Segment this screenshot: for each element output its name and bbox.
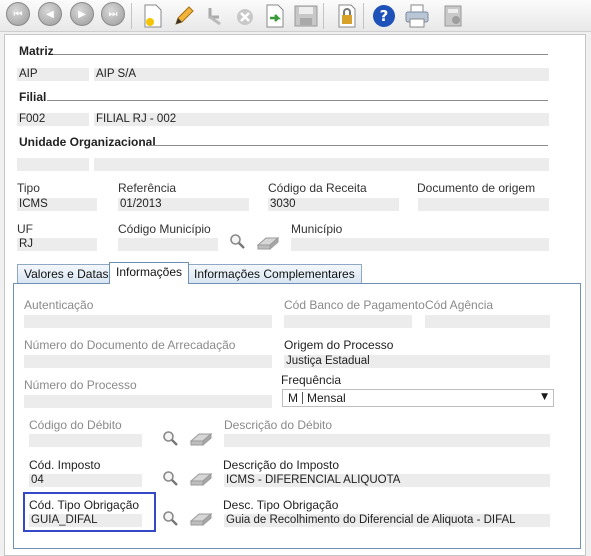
filial-header: Filial [19,90,47,104]
municipio-field [291,238,549,251]
eraser-icon[interactable] [189,512,213,526]
filial-code-field[interactable]: F002 [17,113,89,126]
matriz-name-field: AIP S/A [94,68,549,81]
divider [53,54,548,55]
cod-imposto-label: Cód. Imposto [29,458,101,472]
frequencia-value: Mensal [307,391,346,405]
next-record-icon[interactable]: ▶ [70,2,94,26]
eraser-icon[interactable] [256,236,280,250]
edit-pencil-icon[interactable] [171,3,197,29]
cod-agencia-field[interactable] [425,315,550,328]
codigo-municipio-label: Código Município [118,222,211,236]
divider [302,392,303,404]
cod-agencia-label: Cód Agência [425,298,494,312]
first-record-icon[interactable]: ⏮ [6,2,30,26]
cod-banco-field[interactable] [284,315,412,328]
desc-imposto-field: ICMS - DIFERENCIAL ALIQUOTA [224,474,550,487]
toolbar-separator [131,3,132,29]
doc-origem-label: Documento de origem [417,181,536,195]
tab-valores-e-datas[interactable]: Valores e Datas [17,264,116,284]
num-processo-label: Número do Processo [24,378,137,392]
cod-imposto-field[interactable]: 04 [29,474,142,487]
search-icon[interactable] [162,430,178,446]
divider [47,100,548,101]
referencia-field[interactable]: 01/2013 [118,198,249,211]
cod-banco-label: Cód Banco de Pagamento [284,298,425,312]
search-icon[interactable] [229,233,245,249]
codigo-receita-label: Código da Receita [268,181,367,195]
confirm-icon[interactable] [262,3,288,29]
search-icon[interactable] [162,510,178,526]
cancel-icon[interactable] [232,3,258,29]
chevron-down-icon[interactable]: ▼ [541,389,548,405]
frequencia-code: M [288,391,298,405]
tab-informacoes-complementares[interactable]: Informações Complementares [187,264,362,284]
num-doc-arrecadacao-label: Número do Documento de Arrecadação [24,338,236,352]
toolbar-separator [323,3,324,29]
toolbar: ⏮ ◀ ▶ ⏭ ? [0,0,591,32]
calculator-icon[interactable] [440,3,466,29]
eraser-icon[interactable] [189,432,213,446]
desc-debito-field [224,434,550,447]
toolbar-separator [363,3,364,29]
frequencia-label: Frequência [281,373,342,387]
svg-text:?: ? [380,7,389,25]
divider [148,145,548,146]
eraser-icon[interactable] [189,472,213,486]
num-processo-field[interactable] [24,395,272,408]
unidade-header: Unidade Organizacional [19,135,156,149]
autenticacao-field[interactable] [24,315,272,328]
codigo-municipio-field[interactable] [118,238,218,251]
cod-debito-field[interactable] [29,434,142,447]
cod-tipo-obrigacao-label: Cód. Tipo Obrigação [29,498,140,512]
codigo-receita-field[interactable]: 3030 [268,198,399,211]
previous-record-icon[interactable]: ◀ [38,2,62,26]
print-icon[interactable] [404,3,430,29]
lock-icon[interactable] [333,3,359,29]
desc-tipo-obrigacao-field: Guia de Recolhimento do Diferencial de A… [224,514,550,527]
desc-tipo-obrigacao-label: Desc. Tipo Obrigação [223,498,339,512]
filial-name-field: FILIAL RJ - 002 [94,113,549,126]
uf-label: UF [17,222,33,236]
cod-tipo-obrigacao-field[interactable]: GUIA_DIFAL [29,514,142,527]
unidade-code-field[interactable] [17,158,89,171]
tab-panel-informacoes: Autenticação Cód Banco de Pagamento Cód … [13,283,581,549]
autenticacao-label: Autenticação [24,298,94,312]
num-doc-arrecadacao-field[interactable] [24,355,272,368]
desc-imposto-label: Descrição do Imposto [223,458,340,472]
tipo-field[interactable]: ICMS [17,198,97,211]
new-document-icon[interactable] [140,3,166,29]
matriz-code-field[interactable]: AIP [17,68,89,81]
cod-debito-label: Código do Débito [29,418,122,432]
form-panel: Matriz AIP AIP S/A Filial F002 FILIAL RJ… [4,34,586,556]
last-record-icon[interactable]: ⏭ [101,2,125,26]
origem-processo-field[interactable]: Justiça Estadual [284,355,550,368]
undo-icon[interactable] [202,3,228,29]
unidade-name-field [94,158,549,171]
help-icon[interactable]: ? [371,3,397,29]
doc-origem-field[interactable] [418,198,549,211]
municipio-label: Município [291,222,343,236]
save-icon[interactable] [293,3,319,29]
referencia-label: Referência [118,181,177,195]
desc-debito-label: Descrição do Débito [224,418,333,432]
tab-informacoes[interactable]: Informações [109,262,190,284]
uf-field[interactable]: RJ [17,238,97,251]
origem-processo-label: Origem do Processo [284,338,394,352]
tipo-label: Tipo [17,181,40,195]
search-icon[interactable] [162,470,178,486]
matriz-header: Matriz [19,44,54,58]
frequencia-select[interactable]: M Mensal ▼ [282,389,554,407]
